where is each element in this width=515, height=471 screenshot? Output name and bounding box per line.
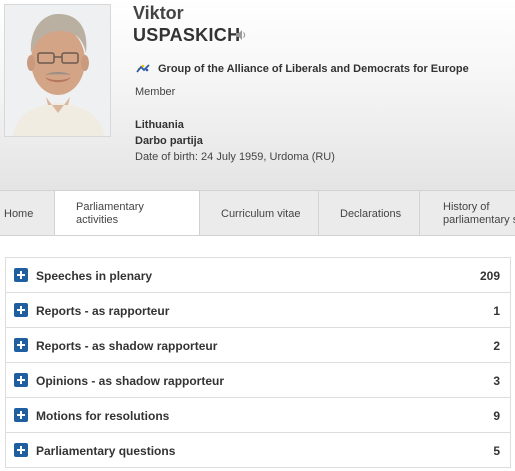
tab-declarations-label: Declarations <box>340 208 402 220</box>
activity-row-opinions-shadow[interactable]: Opinions - as shadow rapporteur 3 <box>6 363 510 398</box>
tab-label-line2: parliamentary s <box>443 214 515 226</box>
activity-row-motions[interactable]: Motions for resolutions 9 <box>6 398 510 433</box>
plus-icon[interactable] <box>14 408 28 422</box>
activities-list: Speeches in plenary 209 Reports - as rap… <box>5 257 511 468</box>
plus-icon[interactable] <box>14 268 28 282</box>
member-last-name: USPASKICH <box>133 25 241 45</box>
plus-icon[interactable] <box>14 338 28 352</box>
tab-home[interactable]: Home <box>0 191 55 235</box>
plus-icon[interactable] <box>14 443 28 457</box>
member-country: Lithuania <box>135 119 184 131</box>
activity-label: Speeches in plenary <box>36 269 153 283</box>
activity-label: Parliamentary questions <box>36 444 176 458</box>
activity-row-speeches[interactable]: Speeches in plenary 209 <box>6 258 510 293</box>
activity-count: 9 <box>493 409 500 423</box>
member-role: Member <box>135 86 176 98</box>
activity-label: Reports - as rapporteur <box>36 304 170 318</box>
activity-label: Opinions - as shadow rapporteur <box>36 374 225 388</box>
tab-parliamentary-activities[interactable]: Parliamentary activities <box>55 191 200 235</box>
activity-count: 1 <box>493 304 500 318</box>
political-group[interactable]: Group of the Alliance of Liberals and De… <box>158 63 469 75</box>
alde-logo-icon <box>136 64 150 73</box>
activity-row-reports-shadow[interactable]: Reports - as shadow rapporteur 2 <box>6 328 510 363</box>
portrait-image <box>5 5 110 136</box>
activity-count: 209 <box>479 269 500 283</box>
tab-label-line1: Parliamentary <box>76 201 144 213</box>
date-of-birth: Date of birth: 24 July 1959, Urdoma (RU) <box>135 151 335 163</box>
activity-row-reports-rapporteur[interactable]: Reports - as rapporteur 1 <box>6 293 510 328</box>
profile-header: Viktor USPASKICH Group of the Alliance o… <box>0 0 515 190</box>
tab-history-of-service[interactable]: History of parliamentary s <box>420 191 515 235</box>
speaker-icon[interactable] <box>235 29 247 41</box>
activity-row-questions[interactable]: Parliamentary questions 5 <box>6 433 510 467</box>
plus-icon[interactable] <box>14 373 28 387</box>
member-party: Darbo partija <box>135 135 203 147</box>
tab-curriculum-vitae-label: Curriculum vitae <box>221 208 301 220</box>
activity-count: 2 <box>493 339 500 353</box>
tab-home-label: Home <box>4 208 34 220</box>
activity-count: 3 <box>493 374 500 388</box>
profile-tabs: Home Parliamentary activities Curriculum… <box>0 190 515 236</box>
tab-label-line1: History of <box>443 201 490 213</box>
plus-icon[interactable] <box>14 303 28 317</box>
member-first-name: Viktor <box>133 3 184 23</box>
tab-declarations[interactable]: Declarations <box>319 191 420 235</box>
member-photo <box>4 4 111 137</box>
tab-label-line2: activities <box>76 214 119 226</box>
activity-count: 5 <box>493 444 500 458</box>
activity-label: Reports - as shadow rapporteur <box>36 339 218 353</box>
activity-label: Motions for resolutions <box>36 409 170 423</box>
tab-curriculum-vitae[interactable]: Curriculum vitae <box>200 191 319 235</box>
